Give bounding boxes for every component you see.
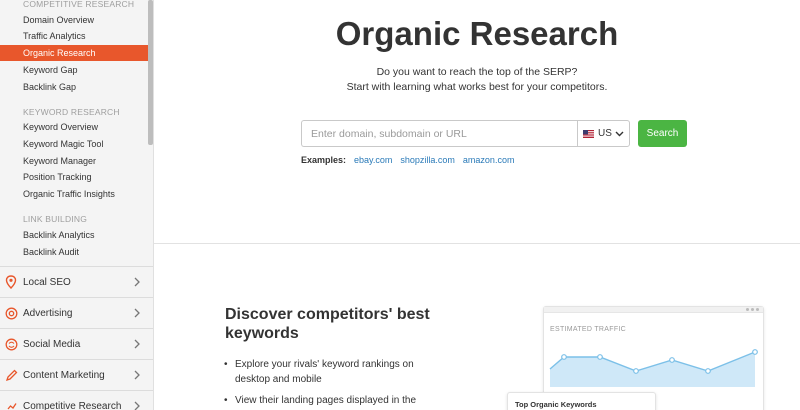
sidebar-group-local-seo[interactable]: Local SEO <box>0 266 153 297</box>
sidebar-group-label: Content Marketing <box>23 369 105 381</box>
social-icon <box>4 337 18 351</box>
sidebar-item-organic-traffic-insights[interactable]: Organic Traffic Insights <box>0 186 148 202</box>
chevron-down-icon <box>615 131 624 136</box>
discover-heading-line-2: keywords <box>225 325 299 342</box>
window-dots-icon <box>744 308 759 311</box>
sidebar-group-label: Local SEO <box>23 276 71 288</box>
sidebar-item-keyword-manager[interactable]: Keyword Manager <box>0 153 148 169</box>
chevron-right-icon <box>130 370 144 380</box>
sidebar-item-backlink-analytics[interactable]: Backlink Analytics <box>0 227 148 243</box>
main-content: Organic Research Do you want to reach th… <box>154 0 800 410</box>
sidebar-scrollbar[interactable] <box>148 0 153 145</box>
section-divider <box>154 243 800 244</box>
country-label: US <box>598 128 612 139</box>
search-bar: US Search <box>301 120 687 147</box>
bullet-2-line-1: View their landing pages displayed in th… <box>235 395 417 406</box>
bullet-1-line-2: desktop and mobile <box>235 374 322 385</box>
sidebar-item-keyword-gap[interactable]: Keyword Gap <box>0 62 148 78</box>
us-flag-icon <box>583 129 595 138</box>
domain-search-input[interactable] <box>301 120 577 147</box>
search-button[interactable]: Search <box>638 120 687 147</box>
chart-label: ESTIMATED TRAFFIC <box>550 326 627 333</box>
examples-label: Examples: <box>301 155 347 165</box>
examples-row: Examples: ebay.com shopzilla.com amazon.… <box>301 155 522 165</box>
bullet-icon: • <box>224 395 228 406</box>
bullet-1-line-1: Explore your rivals' keyword rankings on <box>235 359 414 370</box>
example-link-ebay[interactable]: ebay.com <box>354 155 392 165</box>
example-link-shopzilla[interactable]: shopzilla.com <box>400 155 455 165</box>
chevron-right-icon <box>130 339 144 349</box>
section-title-competitive-research: COMPETITIVE RESEARCH <box>23 0 135 9</box>
subtitle-line-2: Start with learning what works best for … <box>346 81 608 93</box>
chevron-right-icon <box>130 277 144 287</box>
bullet-icon: • <box>224 359 228 370</box>
target-icon <box>4 306 18 320</box>
discover-heading: Discover competitors' best keywords <box>225 305 465 343</box>
sidebar-item-keyword-overview[interactable]: Keyword Overview <box>0 119 148 135</box>
location-pin-icon <box>4 275 18 289</box>
sidebar-item-organic-research[interactable]: Organic Research <box>0 45 148 61</box>
sidebar-group-label: Advertising <box>23 307 73 319</box>
subtitle-line-1: Do you want to reach the top of the SERP… <box>376 66 578 78</box>
sidebar-item-traffic-analytics[interactable]: Traffic Analytics <box>0 28 148 44</box>
sidebar-group-competitive-research[interactable]: Competitive Research <box>0 390 153 410</box>
list-item: • View their landing pages displayed in … <box>224 393 454 408</box>
chevron-right-icon <box>130 308 144 318</box>
chart-icon <box>4 399 18 410</box>
sidebar-item-position-tracking[interactable]: Position Tracking <box>0 169 148 185</box>
card-header-bar <box>544 307 763 313</box>
example-link-amazon[interactable]: amazon.com <box>463 155 515 165</box>
list-item: • Explore your rivals' keyword rankings … <box>224 357 454 387</box>
sidebar-item-backlink-gap[interactable]: Backlink Gap <box>0 79 148 95</box>
sidebar: COMPETITIVE RESEARCH Domain Overview Tra… <box>0 0 154 410</box>
sidebar-item-keyword-magic-tool[interactable]: Keyword Magic Tool <box>0 136 148 152</box>
pencil-icon <box>4 368 18 382</box>
section-title-link-building: LINK BUILDING <box>23 214 88 224</box>
discover-heading-line-1: Discover competitors' best <box>225 306 430 323</box>
sidebar-group-content-marketing[interactable]: Content Marketing <box>0 359 153 390</box>
sidebar-group-advertising[interactable]: Advertising <box>0 297 153 328</box>
sidebar-group-label: Competitive Research <box>23 400 122 410</box>
section-title-keyword-research: KEYWORD RESEARCH <box>23 107 120 117</box>
keywords-card-title: Top Organic Keywords <box>515 400 597 409</box>
sidebar-item-domain-overview[interactable]: Domain Overview <box>0 12 148 28</box>
sidebar-item-backlink-audit[interactable]: Backlink Audit <box>0 244 148 260</box>
sidebar-group-label: Social Media <box>23 338 81 350</box>
page-title: Organic Research <box>335 15 619 52</box>
sidebar-group-social-media[interactable]: Social Media <box>0 328 153 359</box>
country-select[interactable]: US <box>577 120 630 147</box>
chevron-right-icon <box>130 401 144 410</box>
top-organic-keywords-card: Top Organic Keywords <box>507 392 656 410</box>
